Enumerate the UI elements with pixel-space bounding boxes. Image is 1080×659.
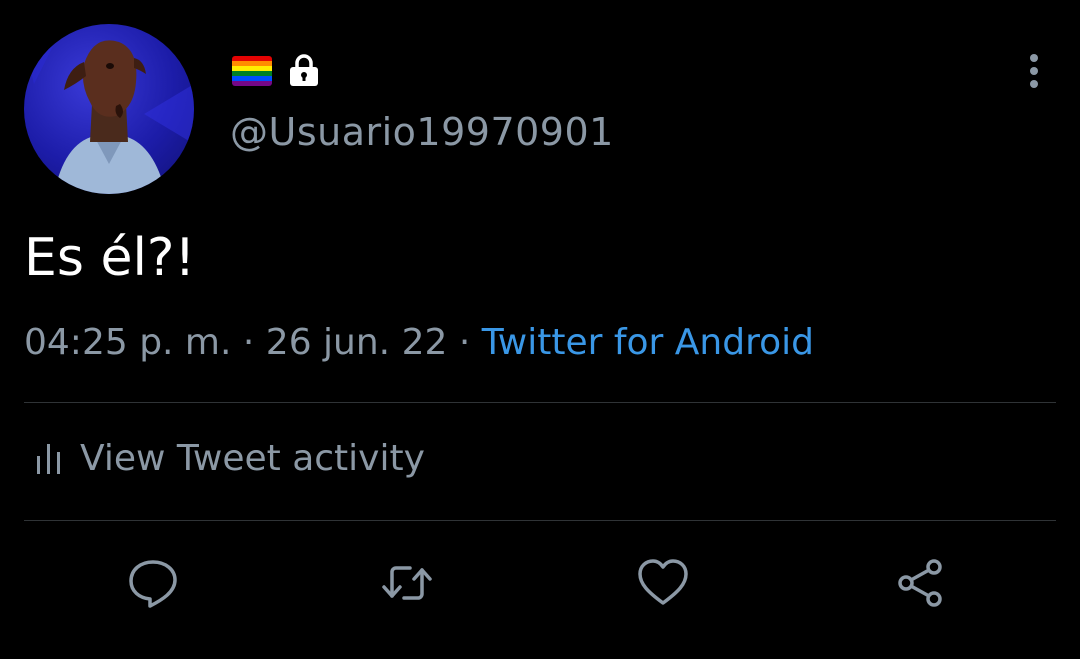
user-handle[interactable]: @Usuario19970901 (230, 110, 614, 154)
reply-icon[interactable] (126, 556, 180, 610)
tweet-meta: 04:25 p. m. · 26 jun. 22 · Twitter for A… (24, 322, 814, 363)
divider (24, 520, 1056, 521)
tweet-date: 26 jun. 22 (265, 322, 448, 363)
share-icon[interactable] (894, 556, 948, 610)
more-options-icon[interactable] (1024, 52, 1044, 90)
meta-separator: · (447, 322, 482, 363)
view-tweet-activity-button[interactable]: View Tweet activity (36, 438, 425, 479)
lock-icon (286, 52, 322, 88)
divider (24, 402, 1056, 403)
retweet-icon[interactable] (380, 556, 434, 610)
tweet-text: Es él?! (24, 228, 196, 288)
tweet-source-link[interactable]: Twitter for Android (482, 322, 814, 363)
avatar-dog-image (24, 24, 194, 194)
analytics-icon (37, 443, 60, 474)
rainbow-flag-icon (232, 56, 272, 86)
activity-label: View Tweet activity (80, 438, 425, 479)
tweet-time: 04:25 p. m. (24, 322, 232, 363)
avatar[interactable] (24, 24, 194, 194)
meta-separator: · (231, 322, 266, 363)
like-icon[interactable] (636, 556, 690, 610)
